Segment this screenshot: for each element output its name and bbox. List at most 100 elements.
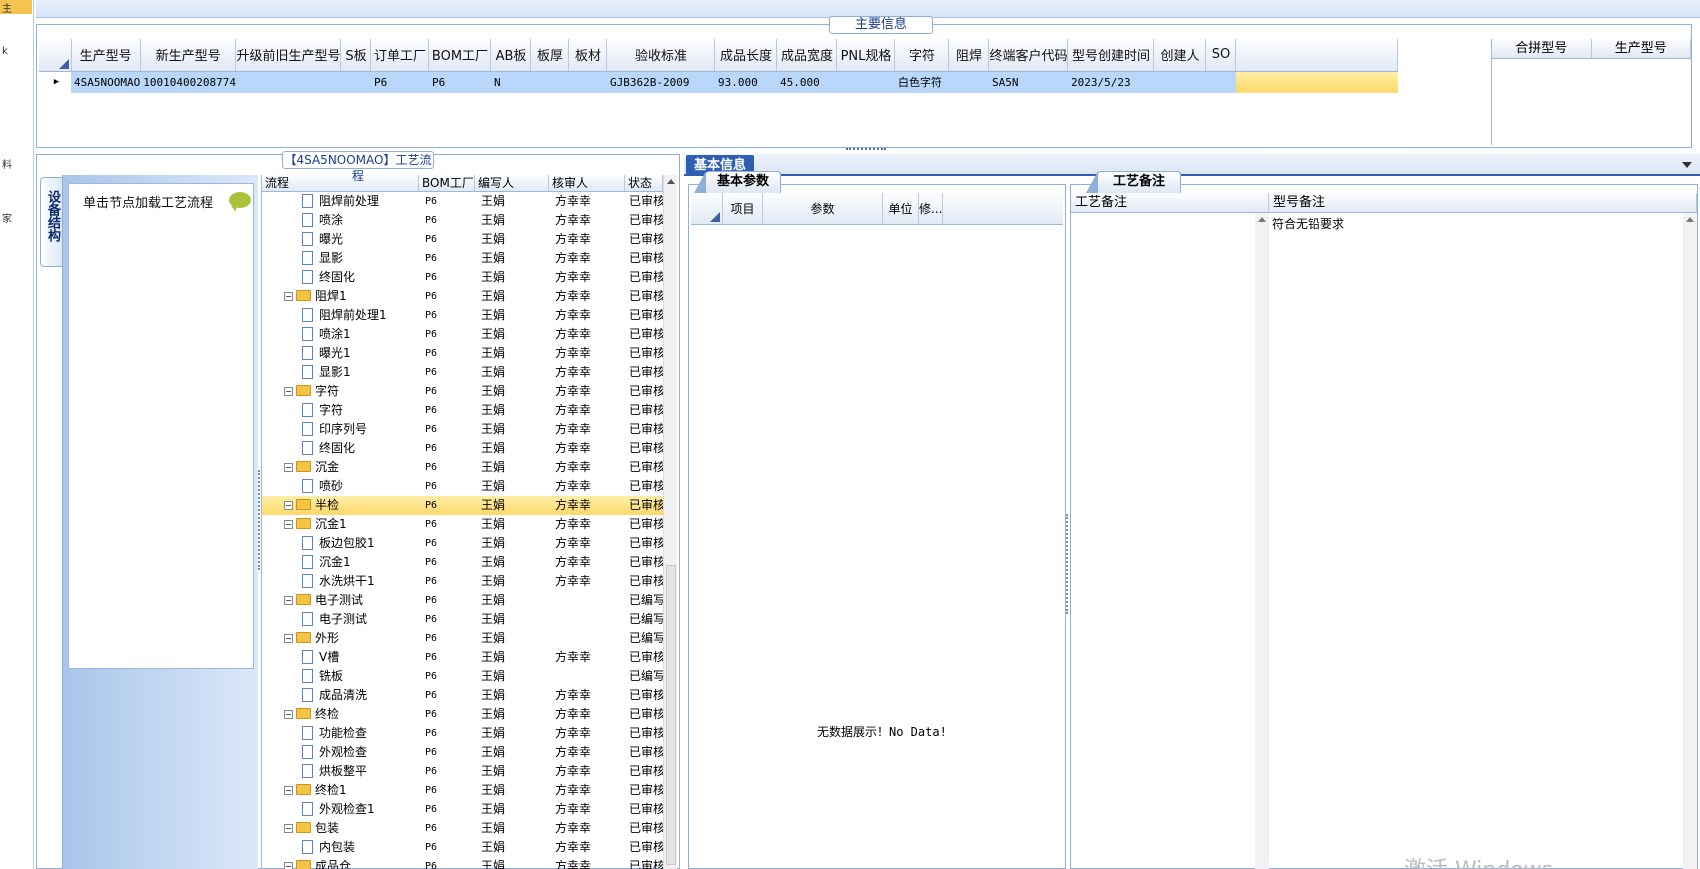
- col-header[interactable]: 订单工厂: [370, 39, 430, 72]
- table-row[interactable]: 水洗烘干1 P6 王娟 方幸幸 已审核: [262, 572, 677, 591]
- process-node[interactable]: 成品清洗: [262, 686, 419, 705]
- process-node[interactable]: 外观检查1: [262, 800, 419, 819]
- table-cell[interactable]: 王娟: [475, 515, 549, 534]
- collapse-icon[interactable]: −: [284, 292, 293, 301]
- table-cell[interactable]: 王娟: [475, 800, 549, 819]
- table-cell[interactable]: 王娟: [475, 724, 549, 743]
- table-row[interactable]: 曝光 P6 王娟 方幸幸 已审核: [262, 230, 677, 249]
- col-header[interactable]: 流程: [262, 175, 419, 191]
- table-cell[interactable]: P6: [419, 610, 475, 629]
- table-cell[interactable]: 方幸幸: [549, 249, 625, 268]
- table-cell[interactable]: 王娟: [475, 344, 549, 363]
- process-node[interactable]: − 成品仓: [262, 857, 419, 869]
- table-cell[interactable]: 王娟: [475, 553, 549, 572]
- col-header[interactable]: 修...: [919, 193, 943, 224]
- process-node[interactable]: − 半检: [262, 496, 419, 515]
- table-cell[interactable]: 已审核: [625, 401, 663, 420]
- table-cell[interactable]: 93.000: [714, 71, 777, 93]
- table-cell[interactable]: 方幸幸: [549, 192, 625, 211]
- table-cell[interactable]: 已审核: [625, 192, 663, 211]
- table-cell[interactable]: 方幸幸: [549, 686, 625, 705]
- table-cell[interactable]: P6: [419, 819, 475, 838]
- table-cell[interactable]: P6: [419, 439, 475, 458]
- col-header[interactable]: PNL规格: [836, 39, 896, 72]
- table-cell[interactable]: 方幸幸: [549, 819, 625, 838]
- table-cell[interactable]: 方幸幸: [549, 420, 625, 439]
- table-cell[interactable]: [568, 71, 607, 93]
- table-cell[interactable]: [836, 71, 895, 93]
- collapse-icon[interactable]: −: [284, 501, 293, 510]
- table-cell[interactable]: 王娟: [475, 363, 549, 382]
- table-cell[interactable]: 方幸幸: [549, 705, 625, 724]
- collapse-icon[interactable]: −: [284, 824, 293, 833]
- table-cell[interactable]: P6: [419, 287, 475, 306]
- table-cell[interactable]: [549, 629, 625, 648]
- table-cell[interactable]: 方幸幸: [549, 382, 625, 401]
- process-flow-grid[interactable]: 流程 BOM工厂 编写人 核审人 状态 阻焊前处理 P6 王娟 方幸幸 已审核 喷涂 P6 王娟 方幸幸…: [261, 175, 677, 869]
- table-cell[interactable]: P6: [419, 325, 475, 344]
- col-header[interactable]: 参数: [763, 193, 883, 224]
- process-node[interactable]: V槽: [262, 648, 419, 667]
- table-cell[interactable]: 已审核: [625, 686, 663, 705]
- table-cell[interactable]: 王娟: [475, 629, 549, 648]
- table-cell[interactable]: 已审核: [625, 743, 663, 762]
- table-cell[interactable]: P6: [419, 686, 475, 705]
- table-row[interactable]: − 终检 P6 王娟 方幸幸 已审核: [262, 705, 677, 724]
- collapse-icon[interactable]: −: [284, 862, 293, 869]
- col-header[interactable]: 成品长度: [714, 39, 778, 72]
- table-cell[interactable]: 王娟: [475, 211, 549, 230]
- table-row[interactable]: − 阻焊1 P6 王娟 方幸幸 已审核: [262, 287, 677, 306]
- process-node[interactable]: 板边包胶1: [262, 534, 419, 553]
- table-cell[interactable]: 王娟: [475, 591, 549, 610]
- table-cell[interactable]: 已审核: [625, 553, 663, 572]
- left-nav-char[interactable]: k: [2, 46, 8, 57]
- table-cell[interactable]: P6: [419, 515, 475, 534]
- table-cell[interactable]: 已审核: [625, 420, 663, 439]
- table-row[interactable]: 铣板 P6 王娟 已编写: [262, 667, 677, 686]
- col-header[interactable]: 生产型号: [1592, 39, 1691, 58]
- table-cell[interactable]: 王娟: [475, 838, 549, 857]
- table-cell[interactable]: 已审核: [625, 439, 663, 458]
- table-row[interactable]: 外观检查1 P6 王娟 方幸幸 已审核: [262, 800, 677, 819]
- table-cell[interactable]: P6: [419, 534, 475, 553]
- table-row[interactable]: − 沉金1 P6 王娟 方幸幸 已审核: [262, 515, 677, 534]
- table-row[interactable]: 阻焊前处理1 P6 王娟 方幸幸 已审核: [262, 306, 677, 325]
- table-cell[interactable]: P6: [428, 71, 491, 93]
- collapse-icon[interactable]: −: [284, 520, 293, 529]
- table-cell[interactable]: 方幸幸: [549, 401, 625, 420]
- table-cell[interactable]: SA5N: [988, 71, 1068, 93]
- scroll-thumb[interactable]: [666, 565, 676, 865]
- table-cell[interactable]: P6: [419, 572, 475, 591]
- table-cell[interactable]: 王娟: [475, 382, 549, 401]
- table-row[interactable]: − 沉金 P6 王娟 方幸幸 已审核: [262, 458, 677, 477]
- dropdown-icon[interactable]: [1682, 162, 1692, 168]
- table-cell[interactable]: 白色字符: [894, 71, 949, 93]
- table-cell[interactable]: 2023/5/23: [1067, 71, 1154, 93]
- table-row[interactable]: 终固化 P6 王娟 方幸幸 已审核: [262, 268, 677, 287]
- table-row[interactable]: 印序列号 P6 王娟 方幸幸 已审核: [262, 420, 677, 439]
- table-cell[interactable]: 方幸幸: [549, 534, 625, 553]
- col-header[interactable]: 阻焊: [948, 39, 990, 72]
- table-row[interactable]: 沉金1 P6 王娟 方幸幸 已审核: [262, 553, 677, 572]
- table-cell[interactable]: 已审核: [625, 648, 663, 667]
- grid-corner[interactable]: [39, 39, 72, 72]
- table-cell[interactable]: P6: [419, 496, 475, 515]
- table-cell[interactable]: 已审核: [625, 249, 663, 268]
- table-cell[interactable]: [948, 71, 989, 93]
- scroll-up-icon[interactable]: [1686, 217, 1694, 222]
- table-cell[interactable]: [1235, 71, 1398, 93]
- table-cell[interactable]: GJB362B-2009: [606, 71, 715, 93]
- table-cell[interactable]: 方幸幸: [549, 515, 625, 534]
- col-header[interactable]: 状态: [625, 175, 663, 191]
- table-cell[interactable]: 王娟: [475, 268, 549, 287]
- table-cell[interactable]: P6: [419, 458, 475, 477]
- process-node[interactable]: 阻焊前处理1: [262, 306, 419, 325]
- table-cell[interactable]: P6: [419, 743, 475, 762]
- table-cell[interactable]: P6: [419, 344, 475, 363]
- process-node[interactable]: 内包装: [262, 838, 419, 857]
- col-header[interactable]: S板: [340, 39, 372, 72]
- process-node[interactable]: 显影1: [262, 363, 419, 382]
- table-cell[interactable]: 王娟: [475, 496, 549, 515]
- table-cell[interactable]: 王娟: [475, 230, 549, 249]
- table-row[interactable]: V槽 P6 王娟 方幸幸 已审核: [262, 648, 677, 667]
